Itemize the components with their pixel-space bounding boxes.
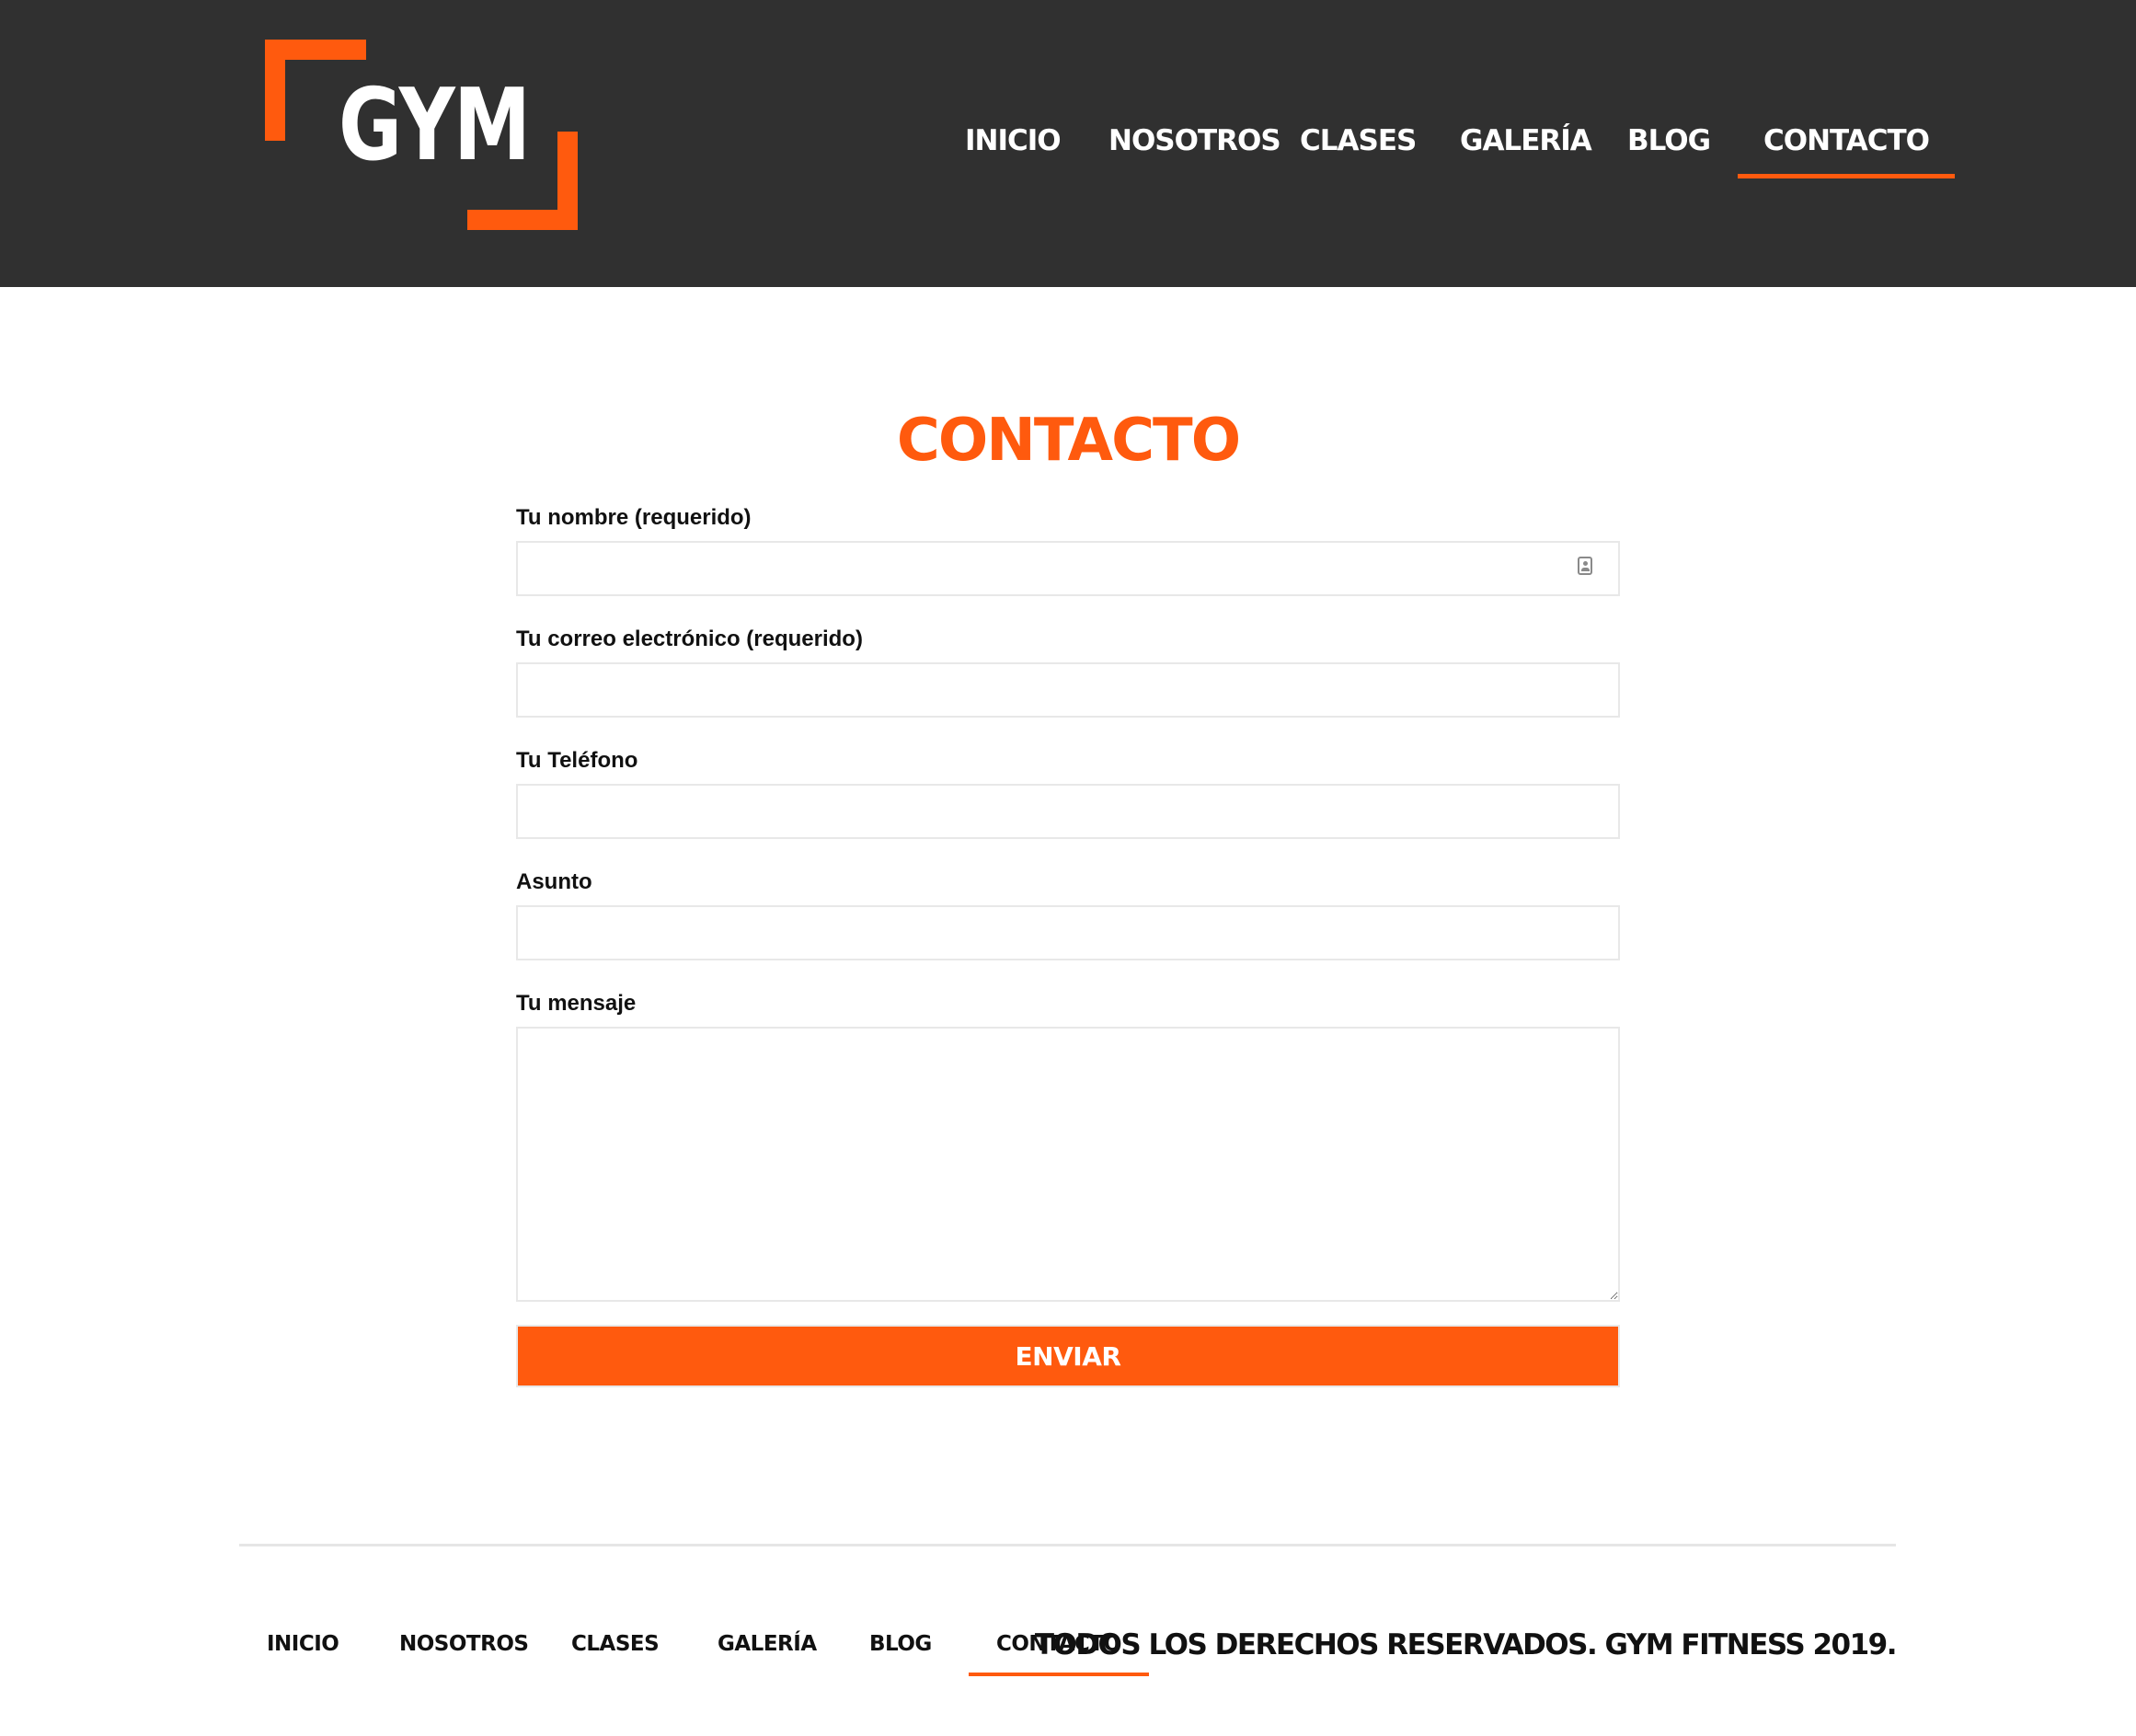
name-label: Tu nombre (requerido): [516, 505, 752, 530]
logo-bracket-right: [557, 132, 578, 230]
nav-item-blog[interactable]: BLOG: [1627, 121, 1711, 166]
name-field[interactable]: [516, 541, 1620, 596]
contact-card-icon[interactable]: [1578, 557, 1592, 575]
footer-nav-item-clases[interactable]: CLASES: [571, 1629, 660, 1659]
site-header: GYM INICIO NOSOTROS CLASES GALERÍA BLOG …: [0, 0, 2136, 287]
message-textarea[interactable]: [516, 1027, 1620, 1302]
site-logo[interactable]: GYM: [265, 40, 578, 230]
nav-item-nosotros[interactable]: NOSOTROS: [1108, 121, 1281, 166]
footer-nav-item-galeria[interactable]: GALERÍA: [718, 1629, 817, 1659]
email-label: Tu correo electrónico (requerido): [516, 627, 863, 651]
logo-bracket-left: [265, 40, 285, 141]
footer-nav-item-nosotros[interactable]: NOSOTROS: [399, 1629, 529, 1659]
logo-text: GYM: [339, 68, 531, 183]
copyright-text: TODOS LOS DERECHOS RESERVADOS. GYM FITNE…: [1034, 1628, 1898, 1661]
page-title: CONTACTO: [896, 406, 1241, 475]
nav-item-clases[interactable]: CLASES: [1300, 121, 1417, 166]
subject-field[interactable]: [516, 905, 1620, 960]
footer-divider: [239, 1544, 1896, 1546]
subject-label: Asunto: [516, 869, 592, 894]
nav-item-galeria[interactable]: GALERÍA: [1460, 121, 1592, 166]
main-nav: INICIO NOSOTROS CLASES GALERÍA BLOG CONT…: [938, 121, 1956, 178]
phone-field[interactable]: [516, 784, 1620, 839]
email-field[interactable]: [516, 662, 1620, 718]
submit-button[interactable]: ENVIAR: [516, 1325, 1620, 1387]
footer-nav-item-blog[interactable]: BLOG: [869, 1629, 932, 1659]
footer-nav: INICIO NOSOTROS CLASES GALERÍA BLOG CONT…: [267, 1629, 1148, 1676]
nav-item-contacto[interactable]: CONTACTO: [1737, 121, 1956, 178]
nav-item-inicio[interactable]: INICIO: [965, 121, 1062, 166]
phone-label: Tu Teléfono: [516, 748, 638, 773]
message-label: Tu mensaje: [516, 991, 637, 1016]
footer-nav-item-inicio[interactable]: INICIO: [267, 1629, 339, 1659]
